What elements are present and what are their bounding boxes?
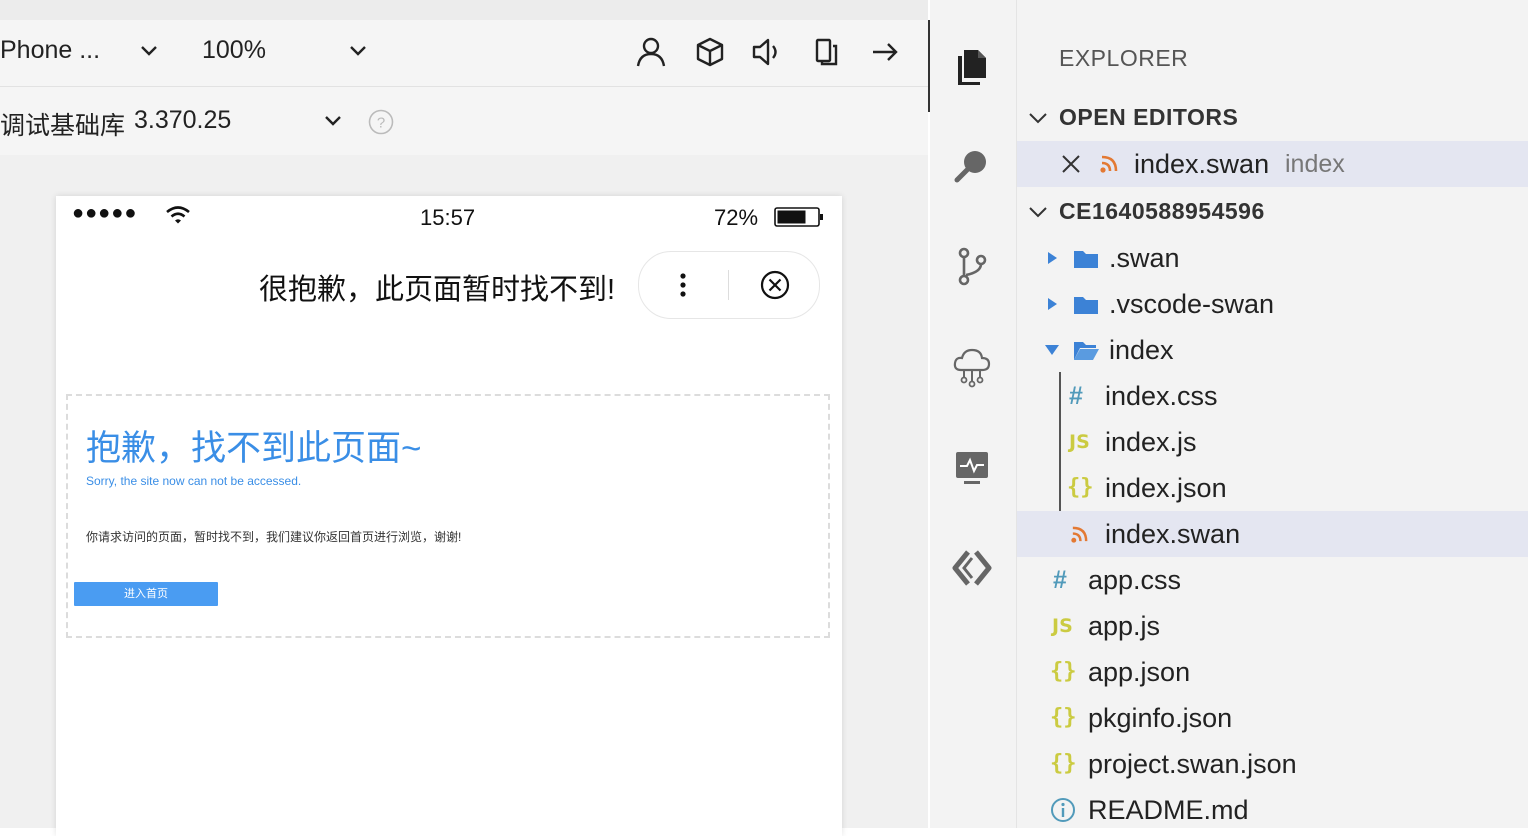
folder-item[interactable]: index — [1017, 327, 1528, 373]
caret-right-icon[interactable] — [1045, 251, 1059, 265]
explorer-title: EXPLORER — [1059, 45, 1189, 71]
top-strip — [0, 0, 928, 20]
open-editor-folder: index — [1285, 150, 1345, 178]
file-name: pkginfo.json — [1088, 703, 1233, 733]
file-name: index.css — [1105, 381, 1218, 411]
js-file-icon: JS — [1052, 615, 1073, 637]
file-name: project.swan.json — [1088, 749, 1297, 779]
zoom-select[interactable]: 100% — [202, 36, 266, 65]
error-title: 抱歉，找不到此页面~ — [86, 429, 422, 468]
chevron-down-icon[interactable] — [345, 38, 371, 64]
chevron-down-icon[interactable] — [136, 38, 162, 64]
menu-capsule — [638, 251, 820, 319]
folder-item[interactable]: .vscode-swan — [1017, 281, 1528, 327]
help-icon[interactable]: ? — [367, 108, 395, 136]
caret-down-icon[interactable] — [1044, 343, 1060, 357]
folder-open-icon — [1074, 342, 1099, 360]
error-description: 你请求访问的页面，暂时找不到，我们建议你返回首页进行浏览，谢谢! — [86, 530, 462, 544]
project-header[interactable]: CE1640588954596 — [1059, 198, 1265, 225]
lib-version-select[interactable]: 3.370.25 — [134, 106, 231, 135]
lib-label: 调试基础库 — [0, 112, 126, 140]
files-icon[interactable] — [950, 44, 994, 88]
file-name: index.swan — [1105, 519, 1241, 549]
more-icon[interactable] — [677, 272, 689, 298]
json-file-icon: {} — [1050, 751, 1077, 776]
folder-name: .vscode-swan — [1109, 289, 1275, 319]
swan-file-icon — [1071, 526, 1088, 543]
page-title: 很抱歉，此页面暂时找不到! — [259, 274, 616, 306]
file-item[interactable]: README.md — [1017, 787, 1528, 833]
simulator-panel: Phone ... 100% 调试基础库 3.370.25 ? ●●●●● 15… — [0, 0, 928, 836]
file-item[interactable]: # index.css — [1017, 373, 1528, 419]
folder-item[interactable]: .swan — [1017, 235, 1528, 281]
go-home-button[interactable]: 进入首页 — [74, 582, 218, 606]
monitor-icon[interactable] — [950, 444, 994, 488]
arrow-right-icon[interactable] — [867, 34, 903, 70]
chevron-down-icon[interactable] — [1027, 201, 1049, 223]
phone-screen: ●●●●● 15:57 72% 很抱歉，此页面暂时找不到! 抱歉，找不到此页面~ — [56, 196, 842, 836]
cube-icon[interactable] — [692, 34, 728, 70]
rotate-icon[interactable] — [808, 34, 844, 70]
activity-bar — [930, 0, 1017, 828]
close-circle-icon[interactable] — [758, 268, 792, 302]
css-file-icon: # — [1069, 382, 1083, 410]
file-item[interactable]: {} index.json — [1017, 465, 1528, 511]
status-time: 15:57 — [420, 205, 476, 230]
file-item[interactable]: JS app.js — [1017, 603, 1528, 649]
cloud-icon[interactable] — [950, 344, 994, 388]
file-name: index.json — [1105, 473, 1227, 503]
library-toolbar: 调试基础库 3.370.25 ? — [0, 87, 928, 155]
js-file-icon: JS — [1069, 431, 1090, 453]
battery-percent: 72% — [714, 205, 759, 230]
css-file-icon: # — [1053, 566, 1067, 594]
file-name: app.js — [1088, 611, 1161, 641]
json-file-icon: {} — [1050, 705, 1077, 730]
speaker-icon[interactable] — [749, 34, 785, 70]
file-name: index.js — [1105, 427, 1197, 457]
chevron-down-icon[interactable] — [320, 108, 346, 134]
bracket-logo-icon[interactable] — [950, 546, 994, 590]
file-name: app.css — [1088, 565, 1182, 595]
open-editors-header[interactable]: OPEN EDITORS — [1059, 104, 1238, 131]
battery-icon — [774, 207, 823, 227]
wifi-icon — [166, 206, 190, 224]
file-item[interactable]: {} app.json — [1017, 649, 1528, 695]
error-subtitle: Sorry, the site now can not be accessed. — [86, 474, 302, 488]
open-editor-item[interactable]: index.swan index — [1017, 141, 1528, 187]
folder-name: index — [1109, 335, 1174, 365]
capsule-divider — [728, 270, 729, 300]
device-select[interactable]: Phone ... — [0, 36, 100, 65]
folder-name: .swan — [1109, 243, 1180, 273]
file-item[interactable]: {} project.swan.json — [1017, 741, 1528, 787]
file-name: README.md — [1088, 795, 1249, 825]
file-item-selected[interactable]: index.swan — [1017, 511, 1528, 557]
explorer-panel: EXPLORER OPEN EDITORS index.swan index C… — [1017, 0, 1528, 828]
svg-text:?: ? — [377, 115, 385, 132]
file-item[interactable]: JS index.js — [1017, 419, 1528, 465]
info-icon — [1051, 798, 1075, 822]
file-item[interactable]: # app.css — [1017, 557, 1528, 603]
source-control-icon[interactable] — [950, 244, 994, 288]
user-icon[interactable] — [633, 34, 669, 70]
signal-indicator: ●●●●● — [72, 202, 138, 224]
file-item[interactable]: {} pkginfo.json — [1017, 695, 1528, 741]
open-editor-name: index.swan — [1134, 149, 1270, 179]
swan-file-icon — [1100, 155, 1118, 173]
folder-icon — [1074, 251, 1098, 268]
simulator-toolbar: Phone ... 100% — [0, 20, 928, 87]
json-file-icon: {} — [1050, 659, 1077, 684]
file-name: app.json — [1088, 657, 1191, 687]
json-file-icon: {} — [1067, 475, 1094, 500]
search-icon[interactable] — [950, 144, 994, 188]
caret-right-icon[interactable] — [1045, 297, 1059, 311]
close-icon[interactable] — [1060, 153, 1082, 175]
chevron-down-icon[interactable] — [1027, 107, 1049, 129]
folder-icon — [1074, 297, 1098, 314]
